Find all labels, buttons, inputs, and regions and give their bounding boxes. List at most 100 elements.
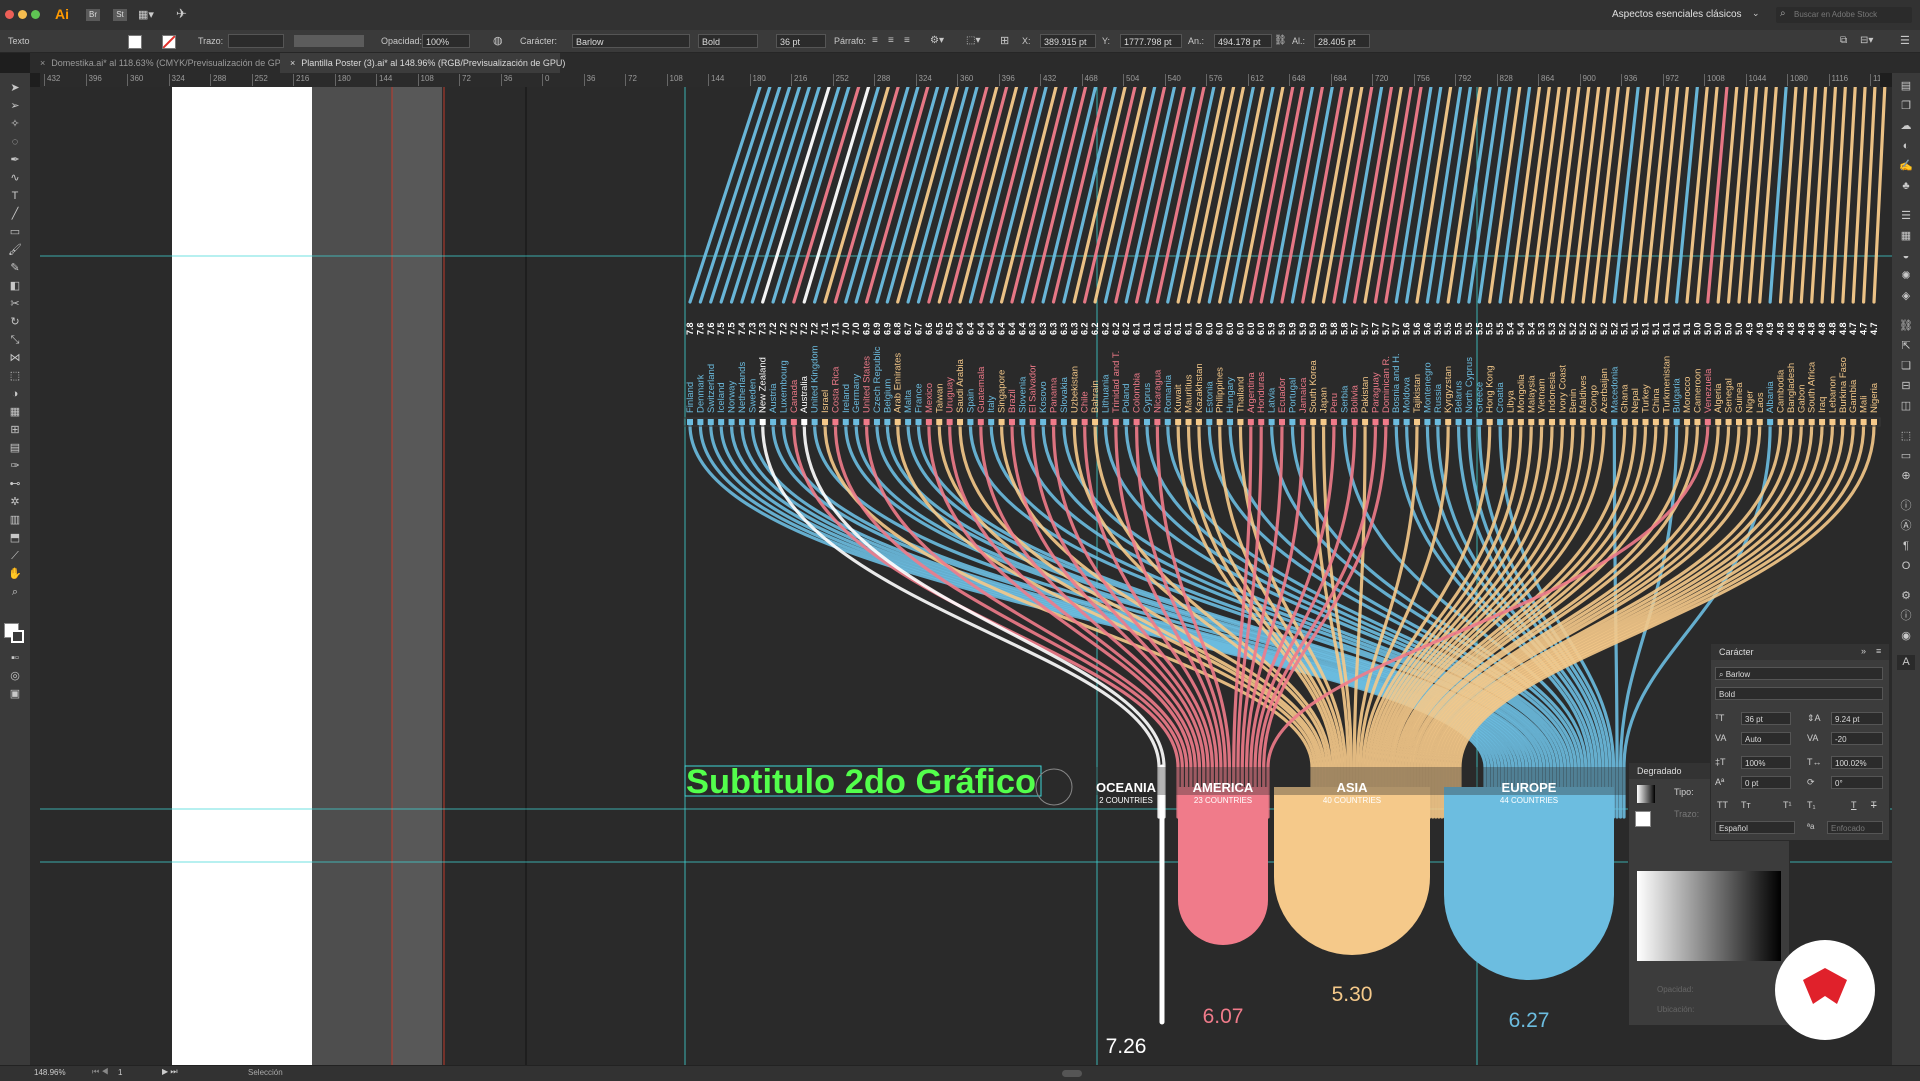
pen-tool-icon[interactable]: ✒ [6,153,24,168]
gradient-fill-stroke-swatch[interactable] [1635,811,1651,827]
scale-tool-icon[interactable]: ⤡ [6,333,24,348]
eraser-tool-icon[interactable]: ◧ [6,279,24,294]
direct-selection-tool-icon[interactable]: ➢ [6,99,24,114]
constrain-proportions-icon[interactable]: ⛓ [1274,30,1287,52]
symbol-sprayer-tool-icon[interactable]: ✲ [6,495,24,510]
recolor-artwork-icon[interactable]: ◍ [493,30,503,52]
pathfinder-icon[interactable]: ◫ [1897,399,1915,414]
properties-icon[interactable]: ▤ [1897,79,1915,94]
font-size-field[interactable]: 36 pt [776,34,826,48]
lasso-tool-icon[interactable]: ◌ [6,135,24,150]
char-antialias-field[interactable]: Enfocado [1827,821,1883,834]
stock-search-input[interactable]: ⌕ Buscar en Adobe Stock [1776,7,1912,23]
bridge-button[interactable]: Br [86,9,100,21]
stroke-weight-field[interactable] [228,34,284,48]
stroke-panel-icon[interactable]: ☰ [1897,209,1915,224]
align-objects-icon[interactable]: ⬚▾ [966,30,980,52]
stock-button[interactable]: St [113,9,127,21]
info-circle-icon[interactable]: ⓘ [1897,609,1915,624]
swatches-icon[interactable]: ▦ [1897,229,1915,244]
rotate-tool-icon[interactable]: ↻ [6,315,24,330]
horizontal-scrollbar-thumb[interactable] [1062,1070,1082,1077]
workspace-switcher[interactable]: Aspectos esenciales clásicos [1612,9,1742,20]
layers-icon[interactable]: ❐ [1897,99,1915,114]
gradient-slider[interactable] [1637,871,1781,961]
strikethrough-icon[interactable]: T [1871,800,1877,810]
char-baseline-field[interactable]: 0 pt [1741,776,1791,789]
brushes-icon[interactable]: ✍ [1897,159,1915,174]
navigator-icon[interactable]: ⊕ [1897,469,1915,484]
curvature-tool-icon[interactable]: ∿ [6,171,24,186]
tab-domestika[interactable]: × Domestika.ai* al 118.63% (CMYK/Previsua… [30,53,290,73]
char-leading-field[interactable]: 9.24 pt [1831,712,1883,725]
opentype-icon[interactable]: O [1897,559,1915,574]
type-tool-icon[interactable]: T [6,189,24,204]
mesh-tool-icon[interactable]: ⊞ [6,423,24,438]
close-tab-icon[interactable]: × [290,58,295,68]
artboard-tool-icon[interactable]: ⬒ [6,531,24,546]
appearance-icon[interactable]: ✺ [1897,269,1915,284]
transform-icon[interactable]: ⚙▾ [930,30,944,52]
opacity-field[interactable]: 100% [422,34,470,48]
char-rotation-field[interactable]: 0° [1831,776,1883,789]
graphic-styles-icon[interactable]: ◈ [1897,289,1915,304]
char-font-family-field[interactable]: ⌕ Barlow [1715,667,1883,680]
stroke-color-swatch[interactable] [11,630,24,643]
align-left-icon[interactable]: ≡ [872,30,878,52]
color-icon[interactable]: ◐ [1897,139,1915,154]
color-mode-icon[interactable]: ▪▫ [6,651,24,666]
shape-builder-tool-icon[interactable]: ◑ [6,387,24,402]
gradient-preview-swatch[interactable] [1637,785,1655,803]
gpu-performance-icon[interactable]: ✈ [176,6,187,22]
variable-width-profile[interactable] [294,35,364,47]
char-font-size-field[interactable]: 36 pt [1741,712,1791,725]
font-family-field[interactable]: Barlow [572,34,690,48]
width-field[interactable]: 494.178 pt [1214,34,1272,48]
glyphs-icon[interactable]: Ⓐ [1897,519,1915,534]
panel-menu-icon[interactable]: ⊟▾ [1860,30,1873,52]
artboard-canvas[interactable]: 7.8 Finland 7.6 Denmark 7.6 Switzerland 7.5 Ice… [40,87,1892,1065]
line-tool-icon[interactable]: ╱ [6,207,24,222]
color-guide-icon[interactable]: ◉ [1897,629,1915,644]
font-style-field[interactable]: Bold [698,34,758,48]
magic-wand-tool-icon[interactable]: ✧ [6,117,24,132]
underline-icon[interactable]: T [1851,800,1857,810]
slice-tool-icon[interactable]: ⟋ [6,549,24,564]
align-center-icon[interactable]: ≡ [888,30,894,52]
rectangle-tool-icon[interactable]: ▭ [6,225,24,240]
height-field[interactable]: 28.405 pt [1314,34,1370,48]
eyedropper-tool-icon[interactable]: ✑ [6,459,24,474]
info-icon[interactable]: ⓘ [1897,499,1915,514]
pencil-tool-icon[interactable]: ✎ [6,261,24,276]
close-window-button[interactable] [5,10,14,19]
close-tab-icon[interactable]: × [40,58,45,68]
settings-icon[interactable]: ⚙ [1897,589,1915,604]
free-transform-tool-icon[interactable]: ⬚ [6,369,24,384]
reference-point-icon[interactable]: ⊞ [1000,30,1009,52]
align-right-icon[interactable]: ≡ [904,30,910,52]
y-position-field[interactable]: 1777.798 pt [1120,34,1182,48]
zoom-tool-icon[interactable]: ⌕ [6,585,24,600]
export-icon[interactable]: ⇱ [1897,339,1915,354]
arrange-icon[interactable]: ⧉ [1840,30,1847,52]
char-tracking-field[interactable]: -20 [1831,732,1883,745]
drawing-mode-icon[interactable]: ◎ [6,669,24,684]
horizontal-ruler[interactable]: 432 396 360 324 288 252 216 180 144 108 72 36 0 36 72 1… [40,73,1880,88]
stroke-swatch[interactable] [162,35,176,49]
transform-panel-icon[interactable]: ⬚ [1897,429,1915,444]
artboards-icon[interactable]: ❏ [1897,359,1915,374]
char-font-style-field[interactable]: Bold [1715,687,1883,700]
scissors-tool-icon[interactable]: ✂ [6,297,24,312]
hand-tool-icon[interactable]: ✋ [6,567,24,582]
column-graph-tool-icon[interactable]: ▥ [6,513,24,528]
char-horizontal-scale-field[interactable]: 100.02% [1831,756,1883,769]
libraries-icon[interactable]: ☁ [1897,119,1915,134]
perspective-grid-tool-icon[interactable]: ▦ [6,405,24,420]
menu-icon[interactable]: ☰ [1900,30,1910,52]
collapse-panel-icon[interactable]: » [1861,646,1866,656]
minimize-window-button[interactable] [18,10,27,19]
paintbrush-tool-icon[interactable]: 🖌 [6,243,24,258]
char-kerning-field[interactable]: Auto [1741,732,1791,745]
align-icon[interactable]: ⊟ [1897,379,1915,394]
all-caps-icon[interactable]: TT [1717,800,1728,810]
